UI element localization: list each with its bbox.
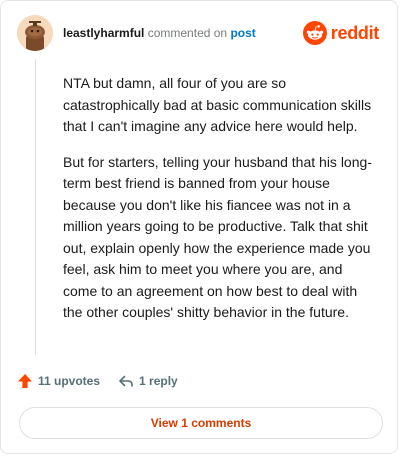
upvote-button[interactable]: 11 upvotes [17, 373, 100, 389]
comment-actions: 11 upvotes 1 reply [17, 373, 178, 389]
avatar-snoo-icon [17, 15, 53, 51]
commented-on-text: commented on [147, 26, 228, 40]
comment-paragraph-2: But for starters, telling your husband t… [63, 153, 372, 321]
reply-count: 1 reply [139, 374, 178, 388]
post-link[interactable]: post [230, 26, 255, 40]
reply-arrow-icon [119, 375, 133, 387]
view-comments-button[interactable]: View 1 comments [19, 407, 383, 439]
reddit-wordmark: reddit [330, 22, 380, 43]
comment-paragraph-1: NTA but damn, all four of you are so cat… [63, 75, 372, 134]
comment-body: NTA but damn, all four of you are so cat… [63, 73, 379, 338]
reddit-logo[interactable]: reddit [302, 21, 380, 45]
user-avatar[interactable] [17, 15, 53, 51]
reddit-snoo-icon [302, 21, 327, 45]
author-username[interactable]: leastlyharmful [63, 26, 144, 40]
upvote-arrow-icon [18, 374, 32, 388]
comment-card: leastlyharmful commented on post reddit … [0, 0, 398, 454]
upvote-count: 11 upvotes [38, 374, 101, 388]
comment-header: leastlyharmful commented on post [63, 26, 256, 40]
thread-line[interactable] [35, 59, 36, 355]
reply-button[interactable]: 1 reply [118, 373, 178, 389]
